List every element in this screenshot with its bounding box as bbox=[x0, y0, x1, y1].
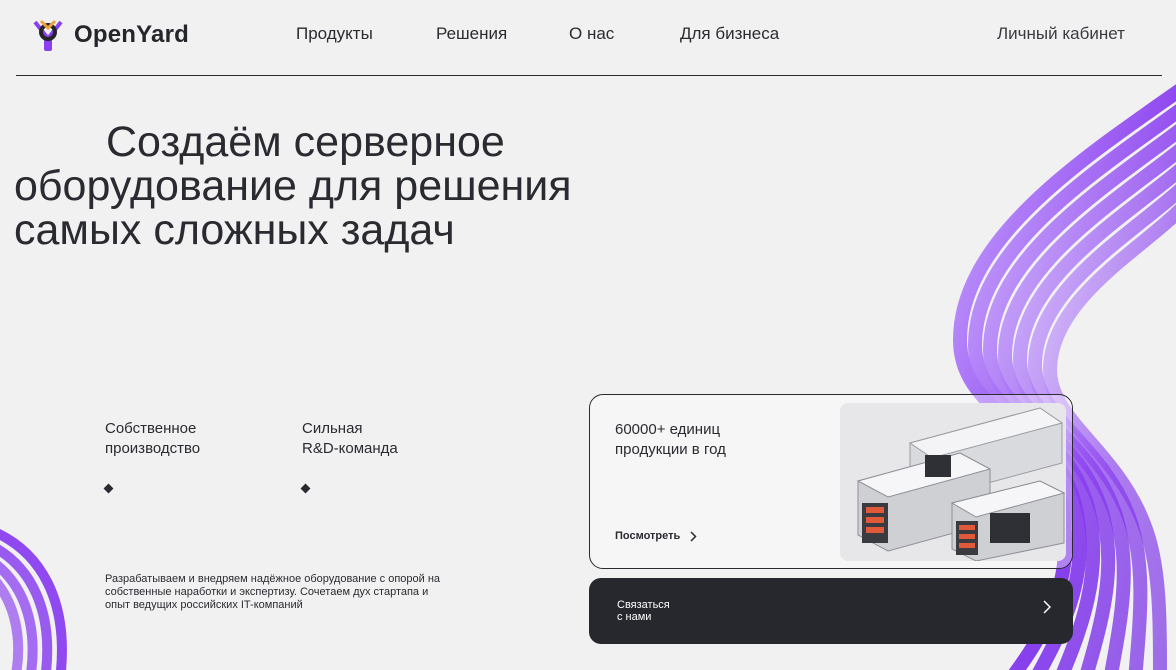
stat-line: 60000+ единиц bbox=[615, 421, 721, 438]
nav-business[interactable]: Для бизнеса bbox=[680, 24, 779, 44]
stat-line: продукции в год bbox=[615, 441, 726, 458]
nav-products[interactable]: Продукты bbox=[296, 24, 373, 44]
feature-line: производство bbox=[105, 440, 201, 457]
production-stat: 60000+ единиц продукции в год bbox=[615, 420, 726, 460]
chevron-right-icon bbox=[1043, 600, 1051, 614]
diamond-bullet-icon bbox=[103, 483, 114, 494]
feature-rnd: Сильная R&D-команда bbox=[300, 419, 398, 494]
feature-line: Собственное bbox=[105, 420, 197, 437]
feature-production: Собственное производство bbox=[103, 419, 201, 494]
product-card[interactable]: 60000+ единиц продукции в год Посмотреть bbox=[589, 394, 1073, 569]
headline-line-2: оборудование для решения bbox=[14, 162, 572, 210]
openyard-logo-icon bbox=[33, 19, 63, 51]
header-divider bbox=[16, 75, 1162, 76]
site-header: OpenYard Продукты Решения О нас Для бизн… bbox=[0, 0, 1176, 76]
company-description: Разрабатываем и внедряем надёжное оборуд… bbox=[105, 573, 441, 611]
contact-line: с нами bbox=[617, 611, 652, 623]
feature-line: Сильная bbox=[302, 420, 363, 437]
logo-text: OpenYard bbox=[74, 21, 189, 48]
contact-line: Связаться bbox=[617, 599, 670, 611]
view-link[interactable]: Посмотреть bbox=[615, 530, 697, 542]
contact-button-label: Связаться с нами bbox=[617, 599, 697, 623]
server-product-image bbox=[840, 403, 1066, 561]
chevron-right-icon bbox=[690, 530, 697, 542]
headline-line-1: Создаём серверное bbox=[106, 118, 505, 166]
server-rack-icon bbox=[856, 407, 1066, 561]
contact-button[interactable]: Связаться с нами bbox=[589, 578, 1073, 644]
view-link-label: Посмотреть bbox=[615, 530, 681, 542]
feature-line: R&D-команда bbox=[302, 440, 398, 457]
nav-solutions[interactable]: Решения bbox=[436, 24, 507, 44]
diamond-bullet-icon bbox=[300, 483, 311, 494]
decorative-ribbon-left bbox=[0, 529, 67, 670]
headline-line-3: самых сложных задач bbox=[14, 206, 455, 254]
account-link[interactable]: Личный кабинет bbox=[997, 24, 1125, 44]
hero-headline: Создаём серверное оборудование для решен… bbox=[14, 120, 654, 252]
logo[interactable]: OpenYard bbox=[32, 18, 189, 52]
nav-about[interactable]: О нас bbox=[569, 24, 614, 44]
